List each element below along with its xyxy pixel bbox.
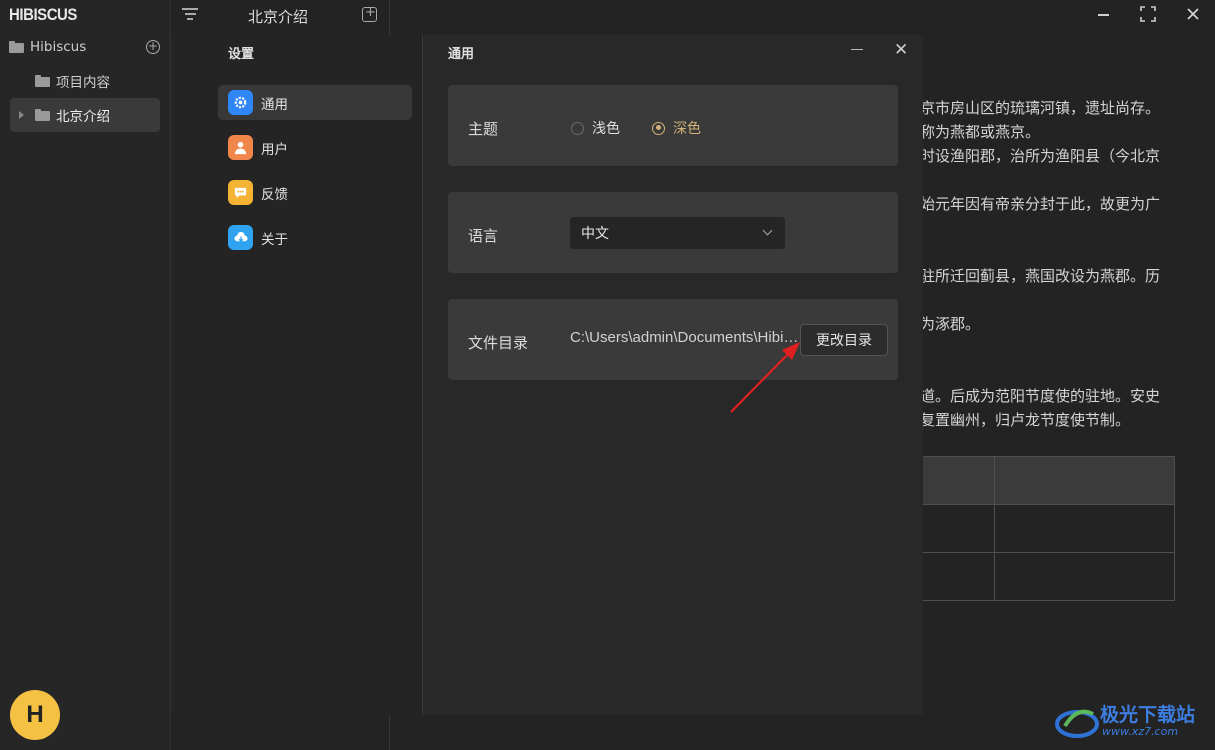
- window-close-button[interactable]: [1185, 6, 1201, 22]
- sidebar-root-hibiscus[interactable]: Hibiscus: [9, 35, 86, 59]
- folder-icon: [35, 75, 50, 87]
- user-icon: [228, 135, 253, 160]
- directory-label: 文件目录: [468, 334, 529, 352]
- chevron-down-icon: [762, 225, 773, 236]
- watermark-url: www.xz7.com: [1102, 725, 1179, 738]
- editor-line: 京市房山区的琉璃河镇，遗址尚存。: [920, 99, 1161, 117]
- folder-icon: [9, 41, 24, 53]
- editor-line: 称为燕都或燕京。: [920, 123, 1041, 141]
- settings-dialog: 设置 通用 用户 反馈 关于 通用 ✕ 主题 浅色 深色 语言 中文 文件目录 …: [171, 35, 923, 715]
- settings-nav-label: 关于: [261, 231, 288, 248]
- sidebar-item-beijing[interactable]: 北京介绍: [35, 103, 110, 127]
- sidebar-item-label: 项目内容: [56, 75, 110, 91]
- directory-card: 文件目录 C:\Users\admin\Documents\Hibiscus 更…: [448, 299, 898, 380]
- gear-icon: [228, 90, 253, 115]
- filter-icon[interactable]: [182, 8, 198, 22]
- expand-caret-icon[interactable]: [19, 111, 24, 119]
- settings-nav-label: 通用: [261, 96, 288, 113]
- language-value: 中文: [581, 226, 609, 242]
- app-logo: HIBISCUS: [9, 5, 77, 24]
- settings-nav-label: 用户: [261, 141, 288, 158]
- editor-line: 道。后成为范阳节度使的驻地。安史: [920, 387, 1161, 405]
- sidebar-item-label: 北京介绍: [56, 109, 110, 125]
- feedback-icon: [228, 180, 253, 205]
- settings-nav-feedback[interactable]: 反馈: [218, 175, 412, 210]
- theme-label: 主题: [468, 120, 499, 138]
- fullscreen-icon: [1140, 6, 1156, 22]
- watermark-text: 极光下载站: [1100, 704, 1196, 726]
- language-card: 语言 中文: [448, 192, 898, 273]
- radio-label: 深色: [673, 121, 701, 137]
- dialog-minimize-button[interactable]: [851, 49, 863, 51]
- table-cell[interactable]: [994, 552, 1175, 601]
- settings-title: 设置: [228, 47, 255, 62]
- settings-nav-label: 反馈: [261, 186, 288, 203]
- notebook-title: 北京介绍: [248, 8, 309, 26]
- radio-label: 浅色: [592, 121, 620, 137]
- table-cell[interactable]: [922, 552, 995, 601]
- settings-content: 通用 ✕ 主题 浅色 深色 语言 中文 文件目录 C:\Users\admin\…: [424, 35, 923, 715]
- table-cell[interactable]: [994, 504, 1175, 553]
- dialog-close-button[interactable]: ✕: [894, 40, 908, 60]
- annotation-arrow-icon: [730, 342, 800, 413]
- settings-nav: 设置 通用 用户 反馈 关于: [171, 35, 423, 715]
- theme-card: 主题 浅色 深色: [448, 85, 898, 166]
- add-folder-icon[interactable]: +: [146, 40, 160, 54]
- sidebar-root-label: Hibiscus: [30, 39, 87, 55]
- editor-line: 时设渔阳郡，治所为渔阳县（今北京: [920, 147, 1161, 165]
- change-directory-button[interactable]: 更改目录: [800, 324, 888, 356]
- editor-table[interactable]: [922, 456, 1175, 601]
- table-header-cell[interactable]: [994, 456, 1175, 505]
- window-minimize-button[interactable]: [1096, 6, 1112, 22]
- editor-line: 复置幽州，归卢龙节度使节制。: [920, 411, 1131, 429]
- settings-section-title: 通用: [448, 47, 475, 62]
- language-label: 语言: [468, 227, 499, 245]
- settings-nav-user[interactable]: 用户: [218, 130, 412, 165]
- editor-line: 为涿郡。: [920, 315, 981, 333]
- settings-nav-about[interactable]: 关于: [218, 220, 412, 255]
- editor-line: 始元年因有帝亲分封于此，故更为广: [920, 195, 1161, 213]
- radio-icon: [571, 121, 584, 135]
- window-maximize-button[interactable]: [1140, 6, 1156, 22]
- folder-icon: [35, 109, 50, 121]
- theme-option-dark[interactable]: 深色: [652, 118, 701, 138]
- editor-line: 驻所迁回蓟县，燕国改设为燕郡。历: [920, 267, 1161, 285]
- language-select[interactable]: 中文: [570, 217, 785, 249]
- table-header-cell[interactable]: [922, 456, 995, 505]
- watermark-logo-icon: [1055, 709, 1099, 738]
- sidebar: HIBISCUS Hibiscus + 项目内容 北京介绍 H: [0, 0, 171, 750]
- sidebar-item-project[interactable]: 项目内容: [35, 69, 110, 93]
- close-icon: [1187, 8, 1199, 20]
- new-note-icon[interactable]: [362, 5, 377, 22]
- table-cell[interactable]: [922, 504, 995, 553]
- settings-nav-general[interactable]: 通用: [218, 85, 412, 120]
- theme-option-light[interactable]: 浅色: [571, 118, 620, 138]
- avatar[interactable]: H: [10, 690, 60, 740]
- radio-checked-icon: [652, 121, 665, 135]
- cloud-icon: [228, 225, 253, 250]
